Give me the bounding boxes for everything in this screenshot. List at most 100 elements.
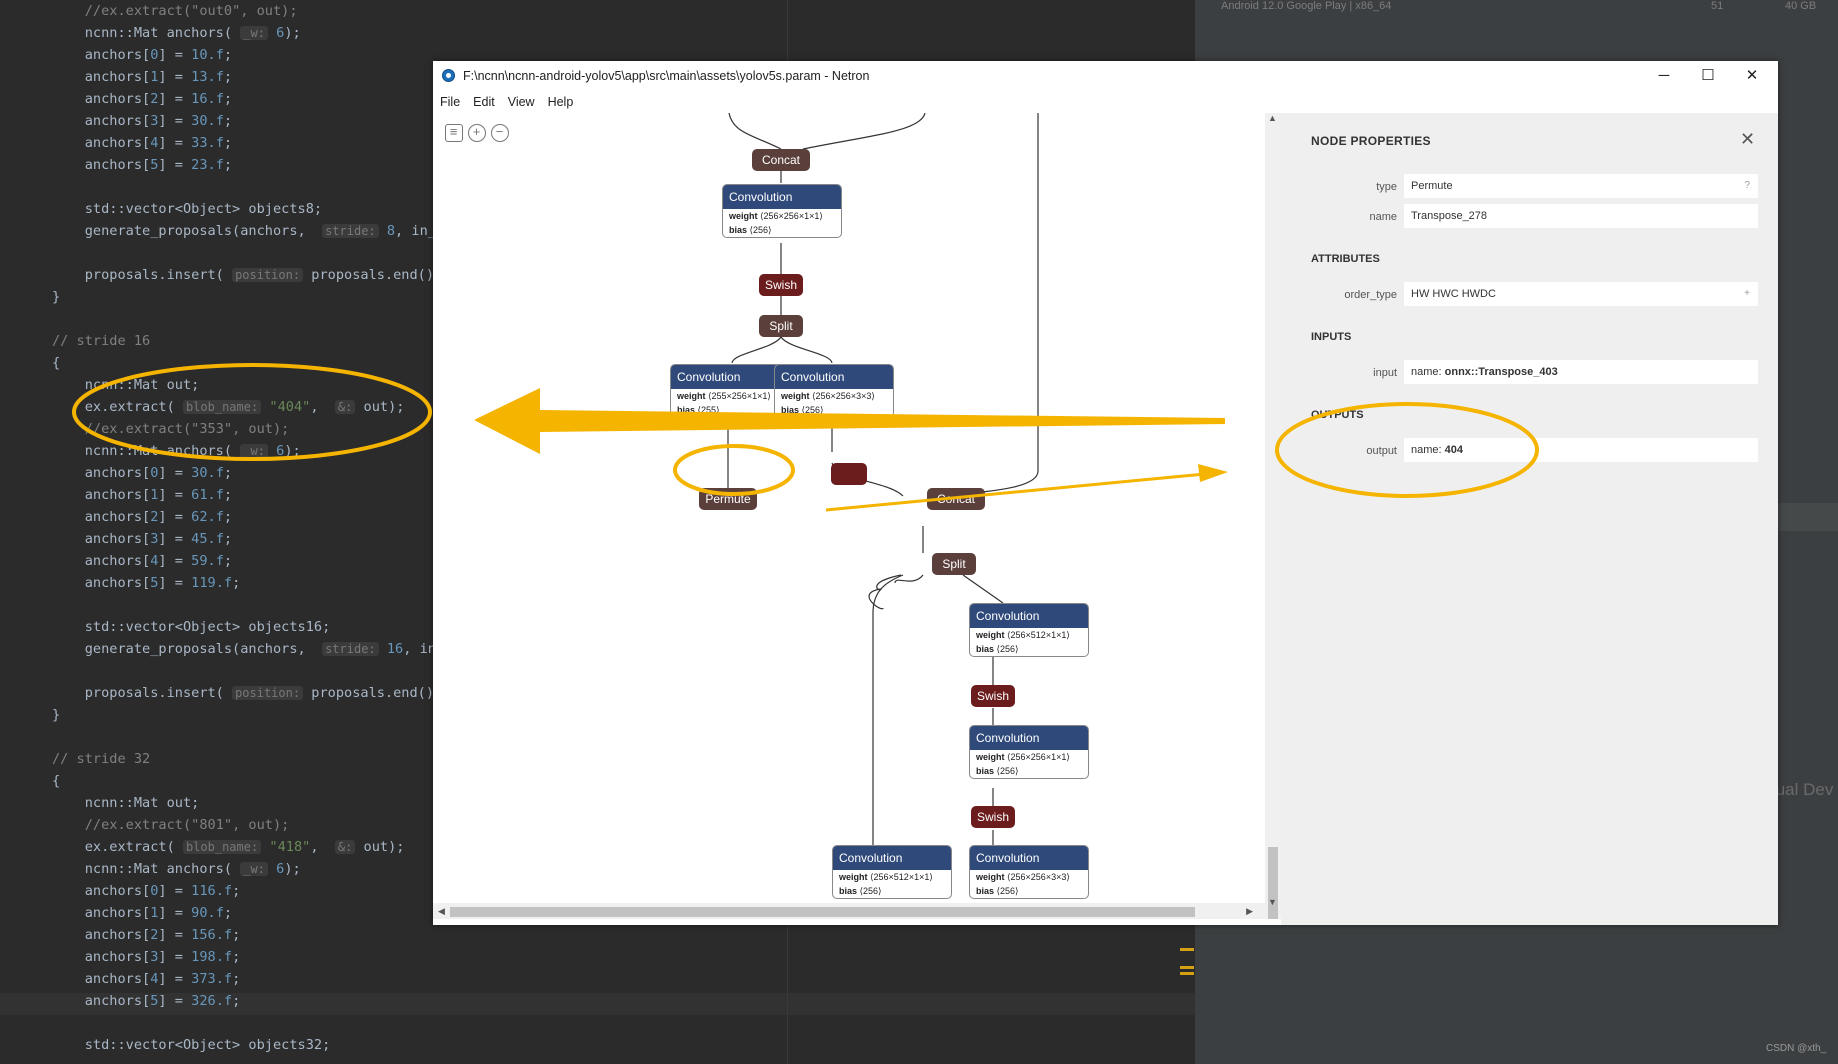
- code-line[interactable]: {: [52, 352, 469, 374]
- code-line[interactable]: {: [52, 770, 469, 792]
- code-line[interactable]: //ex.extract("801", out);: [52, 814, 469, 836]
- menu-file[interactable]: File: [433, 91, 466, 113]
- menu-view[interactable]: View: [501, 91, 541, 113]
- help-icon[interactable]: ?: [1744, 174, 1750, 198]
- convolution-node-title: Convolution: [723, 185, 841, 209]
- code-line[interactable]: proposals.insert( position: proposals.en…: [52, 264, 469, 286]
- weight-label: weight: [976, 752, 1005, 762]
- convolution-node[interactable]: Convolution weight ⟨256×256×1×1⟩ bias ⟨2…: [722, 184, 842, 238]
- zoom-out-icon[interactable]: −: [491, 124, 509, 142]
- scroll-right-arrow[interactable]: ▶: [1246, 903, 1253, 919]
- convolution-node[interactable]: Convolution weight ⟨256×256×3×3⟩ bias ⟨2…: [774, 364, 894, 418]
- code-line[interactable]: anchors[0] = 10.f;: [52, 44, 469, 66]
- graph-canvas[interactable]: Concat Convolution weight ⟨256×256×1×1⟩ …: [433, 113, 1265, 903]
- code-line[interactable]: generate_proposals(anchors, stride: 8, i…: [52, 220, 469, 242]
- convolution-node[interactable]: Convolution weight ⟨256×256×1×1⟩ bias ⟨2…: [969, 725, 1089, 779]
- menu-edit[interactable]: Edit: [466, 91, 501, 113]
- code-line[interactable]: // stride 32: [52, 748, 469, 770]
- scroll-down-arrow[interactable]: ▼: [1268, 897, 1277, 907]
- swish-node[interactable]: Swish: [759, 274, 803, 296]
- minimize-button[interactable]: ─: [1642, 61, 1686, 91]
- bias-label: bias: [781, 405, 800, 415]
- convolution-node[interactable]: Convolution weight ⟨256×256×3×3⟩ bias ⟨2…: [969, 845, 1089, 899]
- code-line[interactable]: ncnn::Mat anchors( _w: 6);: [52, 858, 469, 880]
- code-line[interactable]: [52, 726, 469, 748]
- convolution-node[interactable]: Convolution weight ⟨255×256×1×1⟩ bias ⟨2…: [670, 364, 790, 418]
- input-field[interactable]: name: onnx::Transpose_403: [1404, 360, 1758, 384]
- permute-node[interactable]: Permute: [699, 488, 757, 510]
- close-window-button[interactable]: ✕: [1730, 61, 1774, 91]
- code-line[interactable]: ex.extract( blob_name: "404", &: out);: [52, 396, 469, 418]
- split-node[interactable]: Split: [932, 553, 976, 575]
- code-line[interactable]: anchors[0] = 116.f;: [52, 880, 469, 902]
- concat-node[interactable]: Concat: [752, 149, 810, 171]
- scroll-up-arrow[interactable]: ▲: [1268, 113, 1277, 123]
- vertical-scrollbar[interactable]: ▲ ▼: [1265, 113, 1281, 919]
- code-line[interactable]: [52, 242, 469, 264]
- code-line[interactable]: anchors[1] = 13.f;: [52, 66, 469, 88]
- output-field[interactable]: name: 404: [1404, 438, 1758, 462]
- menu-help[interactable]: Help: [541, 91, 580, 113]
- type-field[interactable]: Permute?: [1404, 174, 1758, 198]
- scroll-left-arrow[interactable]: ◀: [438, 903, 445, 919]
- code-line[interactable]: ncnn::Mat out;: [52, 792, 469, 814]
- split-node[interactable]: Split: [759, 315, 803, 337]
- code-line[interactable]: [52, 308, 469, 330]
- swish-node[interactable]: Swish: [971, 685, 1015, 707]
- convolution-node[interactable]: Convolution weight ⟨256×512×1×1⟩ bias ⟨2…: [969, 603, 1089, 657]
- code-line[interactable]: anchors[2] = 156.f;: [52, 924, 469, 946]
- code-line[interactable]: //ex.extract("353", out);: [52, 418, 469, 440]
- code-line[interactable]: anchors[1] = 61.f;: [52, 484, 469, 506]
- code-line[interactable]: anchors[4] = 373.f;: [52, 968, 469, 990]
- code-line[interactable]: anchors[5] = 326.f;: [52, 990, 469, 1012]
- code-line[interactable]: anchors[5] = 23.f;: [52, 154, 469, 176]
- code-line[interactable]: anchors[3] = 198.f;: [52, 946, 469, 968]
- code-line[interactable]: anchors[0] = 30.f;: [52, 462, 469, 484]
- concat-node[interactable]: Concat: [927, 488, 985, 510]
- code-line[interactable]: anchors[4] = 33.f;: [52, 132, 469, 154]
- code-line[interactable]: // stride 16: [52, 330, 469, 352]
- code-line[interactable]: [52, 176, 469, 198]
- code-line[interactable]: }: [52, 286, 469, 308]
- expand-icon[interactable]: +: [1744, 282, 1750, 306]
- maximize-button[interactable]: ☐: [1686, 61, 1730, 91]
- scroll-thumb[interactable]: [450, 907, 1195, 917]
- code-line[interactable]: ncnn::Mat anchors( _w: 6);: [52, 440, 469, 462]
- code-line[interactable]: anchors[3] = 45.f;: [52, 528, 469, 550]
- code-line[interactable]: [52, 1012, 469, 1034]
- close-icon[interactable]: ✕: [1740, 129, 1755, 150]
- order-type-field[interactable]: HW HWC HWDC +: [1404, 282, 1758, 306]
- code-line[interactable]: //ex.extract("out0", out);: [52, 0, 469, 22]
- code-line[interactable]: generate_proposals(anchors, stride: 16, …: [52, 638, 469, 660]
- code-text[interactable]: //ex.extract("out0", out); ncnn::Mat anc…: [52, 0, 469, 1056]
- code-line[interactable]: [52, 594, 469, 616]
- swish-node[interactable]: Swish: [971, 806, 1015, 828]
- code-line[interactable]: anchors[2] = 16.f;: [52, 88, 469, 110]
- swish-node-partial[interactable]: [831, 463, 867, 485]
- code-line[interactable]: anchors[5] = 119.f;: [52, 572, 469, 594]
- code-line[interactable]: [52, 660, 469, 682]
- convolution-node[interactable]: Convolution weight ⟨256×512×1×1⟩ bias ⟨2…: [832, 845, 952, 899]
- code-line[interactable]: proposals.insert( position: proposals.en…: [52, 682, 469, 704]
- code-line[interactable]: }: [52, 704, 469, 726]
- code-line[interactable]: anchors[2] = 62.f;: [52, 506, 469, 528]
- code-line[interactable]: std::vector<Object> objects32;: [52, 1034, 469, 1056]
- netron-window[interactable]: F:\ncnn\ncnn-android-yolov5\app\src\main…: [433, 61, 1778, 925]
- code-line[interactable]: std::vector<Object> objects16;: [52, 616, 469, 638]
- bias-label: bias: [839, 886, 858, 896]
- zoom-in-icon[interactable]: +: [468, 124, 486, 142]
- code-line[interactable]: ex.extract( blob_name: "418", &: out);: [52, 836, 469, 858]
- code-line[interactable]: anchors[3] = 30.f;: [52, 110, 469, 132]
- title-bar[interactable]: F:\ncnn\ncnn-android-yolov5\app\src\main…: [433, 61, 1778, 91]
- list-icon[interactable]: ≡: [445, 124, 463, 142]
- code-line[interactable]: anchors[1] = 90.f;: [52, 902, 469, 924]
- code-line[interactable]: anchors[4] = 59.f;: [52, 550, 469, 572]
- list-glyph: ≡: [449, 124, 458, 139]
- code-line[interactable]: ncnn::Mat out;: [52, 374, 469, 396]
- code-line[interactable]: std::vector<Object> objects8;: [52, 198, 469, 220]
- name-field[interactable]: Transpose_278: [1404, 204, 1758, 228]
- scroll-thumb[interactable]: [1268, 847, 1278, 919]
- bias-row: bias ⟨256⟩: [775, 403, 893, 417]
- horizontal-scrollbar[interactable]: ◀ ▶: [433, 903, 1265, 919]
- code-line[interactable]: ncnn::Mat anchors( _w: 6);: [52, 22, 469, 44]
